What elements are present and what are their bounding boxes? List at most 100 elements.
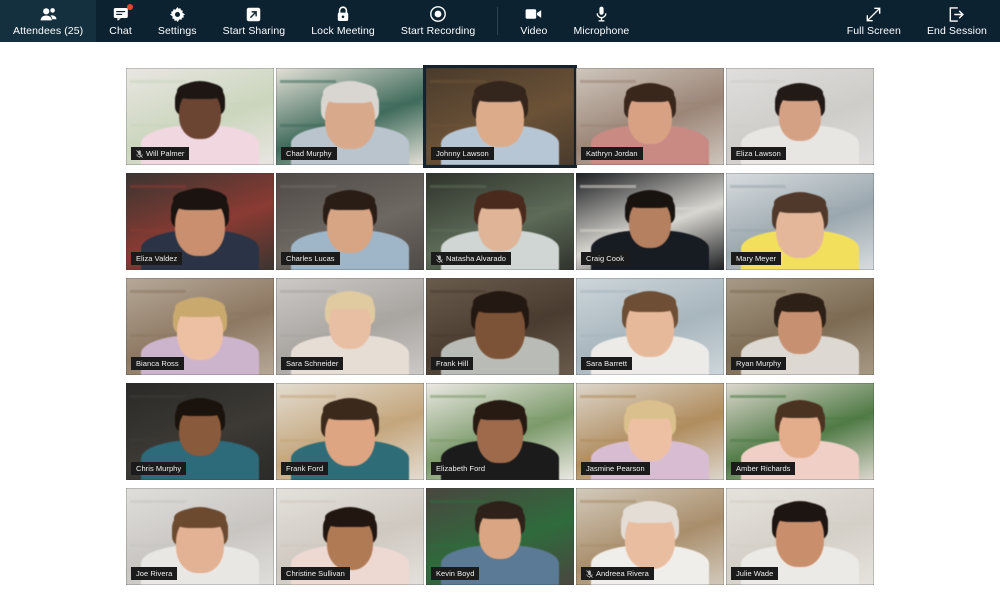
settings-button[interactable]: Settings bbox=[145, 0, 210, 42]
participant-tile[interactable]: Mary Meyer bbox=[726, 173, 874, 270]
participant-tile[interactable]: Kevin Boyd bbox=[426, 488, 574, 585]
lock-icon bbox=[334, 6, 352, 23]
chat-label: Chat bbox=[109, 24, 132, 37]
participant-name-label: Kathryn Jordan bbox=[586, 149, 638, 158]
participant-name-tag: Christine Sullivan bbox=[281, 567, 350, 580]
participant-tile[interactable]: Eliza Lawson bbox=[726, 68, 874, 165]
start-recording-button[interactable]: Start Recording bbox=[388, 0, 488, 42]
start-recording-label: Start Recording bbox=[400, 24, 476, 37]
participant-name-label: Andreea Rivera bbox=[596, 569, 649, 578]
participant-name-label: Chris Murphy bbox=[136, 464, 182, 473]
participant-tile[interactable]: Johnny Lawson bbox=[423, 65, 577, 168]
participant-name-tag: Andreea Rivera bbox=[581, 567, 654, 580]
participant-tile[interactable]: Chad Murphy bbox=[276, 68, 424, 165]
participant-name-label: Julie Wade bbox=[736, 569, 774, 578]
participant-name-label: Elizabeth Ford bbox=[436, 464, 486, 473]
share-screen-icon bbox=[245, 6, 263, 23]
participant-name-label: Frank Ford bbox=[286, 464, 324, 473]
participant-name-label: Eliza Valdez bbox=[136, 254, 178, 263]
meeting-toolbar: Attendees (25) Chat Settings Start Shari… bbox=[0, 0, 1000, 42]
toolbar-divider bbox=[497, 7, 499, 35]
participant-name-label: Amber Richards bbox=[736, 464, 791, 473]
participant-name-tag: Sara Schneider bbox=[281, 357, 344, 370]
participant-name-label: Mary Meyer bbox=[736, 254, 777, 263]
participant-name-tag: Mary Meyer bbox=[731, 252, 782, 265]
participant-name-tag: Amber Richards bbox=[731, 462, 796, 475]
toolbar-left-group: Attendees (25) Chat Settings Start Shari… bbox=[0, 0, 642, 42]
participant-name-tag: Julie Wade bbox=[731, 567, 779, 580]
attendees-label: Attendees (25) bbox=[13, 24, 84, 37]
participant-name-label: Kevin Boyd bbox=[436, 569, 475, 578]
end-session-label: End Session bbox=[926, 24, 987, 37]
participant-tile[interactable]: Chris Murphy bbox=[126, 383, 274, 480]
start-sharing-label: Start Sharing bbox=[222, 24, 286, 37]
participant-name-tag: Chris Murphy bbox=[131, 462, 187, 475]
chat-notification-badge bbox=[126, 3, 133, 10]
participant-name-label: Eliza Lawson bbox=[736, 149, 781, 158]
participant-name-tag: Elizabeth Ford bbox=[431, 462, 491, 475]
participant-tile[interactable]: Sara Barrett bbox=[576, 278, 724, 375]
participant-name-tag: Eliza Valdez bbox=[131, 252, 183, 265]
participant-name-tag: Jasmine Pearson bbox=[581, 462, 650, 475]
participant-tile[interactable]: Eliza Valdez bbox=[126, 173, 274, 270]
microphone-muted-icon bbox=[436, 254, 443, 263]
start-sharing-button[interactable]: Start Sharing bbox=[210, 0, 299, 42]
participant-tile[interactable]: Joe Rivera bbox=[126, 488, 274, 585]
video-button[interactable]: Video bbox=[507, 0, 560, 42]
participant-name-tag: Natasha Alvarado bbox=[431, 252, 512, 265]
participant-tile[interactable]: Frank Hill bbox=[426, 278, 574, 375]
participant-name-label: Christine Sullivan bbox=[286, 569, 345, 578]
microphone-button[interactable]: Microphone bbox=[561, 0, 643, 42]
participant-tile[interactable]: Andreea Rivera bbox=[576, 488, 724, 585]
participant-name-label: Joe Rivera bbox=[136, 569, 173, 578]
participant-name-label: Sara Barrett bbox=[586, 359, 628, 368]
video-stage: Will Palmer Chad Murphy Johnny Lawson Kathr… bbox=[0, 42, 1000, 611]
participant-tile[interactable]: Charles Lucas bbox=[276, 173, 424, 270]
participant-name-label: Ryan Murphy bbox=[736, 359, 782, 368]
video-label: Video bbox=[520, 24, 548, 37]
participant-tile[interactable]: Kathryn Jordan bbox=[576, 68, 724, 165]
participant-name-tag: Frank Hill bbox=[431, 357, 474, 370]
lock-meeting-button[interactable]: Lock Meeting bbox=[298, 0, 388, 42]
full-screen-button[interactable]: Full Screen bbox=[834, 0, 914, 42]
participant-name-tag: Eliza Lawson bbox=[731, 147, 786, 160]
participant-tile[interactable]: Craig Cook bbox=[576, 173, 724, 270]
toolbar-right-group: Full Screen End Session bbox=[834, 0, 1000, 42]
participant-tile[interactable]: Will Palmer bbox=[126, 68, 274, 165]
participant-name-label: Frank Hill bbox=[436, 359, 469, 368]
microphone-label: Microphone bbox=[573, 24, 630, 37]
end-session-button[interactable]: End Session bbox=[914, 0, 1000, 42]
participant-name-label: Johnny Lawson bbox=[436, 149, 489, 158]
participant-name-tag: Kevin Boyd bbox=[431, 567, 480, 580]
gear-icon bbox=[168, 6, 186, 23]
participant-name-label: Sara Schneider bbox=[286, 359, 339, 368]
participant-tile[interactable]: Frank Ford bbox=[276, 383, 424, 480]
participant-name-tag: Frank Ford bbox=[281, 462, 329, 475]
full-screen-label: Full Screen bbox=[846, 24, 901, 37]
participant-name-label: Charles Lucas bbox=[286, 254, 335, 263]
participant-name-tag: Sara Barrett bbox=[581, 357, 633, 370]
attendees-button[interactable]: Attendees (25) bbox=[0, 0, 97, 42]
microphone-muted-icon bbox=[586, 569, 593, 578]
participant-name-label: Bianca Ross bbox=[136, 359, 179, 368]
lock-meeting-label: Lock Meeting bbox=[311, 24, 375, 37]
participant-tile[interactable]: Julie Wade bbox=[726, 488, 874, 585]
attendees-icon bbox=[39, 6, 57, 23]
participant-name-label: Craig Cook bbox=[586, 254, 625, 263]
exit-door-icon bbox=[948, 6, 966, 23]
participant-tile[interactable]: Sara Schneider bbox=[276, 278, 424, 375]
participant-tile[interactable]: Ryan Murphy bbox=[726, 278, 874, 375]
participant-name-tag: Will Palmer bbox=[131, 147, 190, 160]
participant-tile[interactable]: Jasmine Pearson bbox=[576, 383, 724, 480]
participant-tile[interactable]: Amber Richards bbox=[726, 383, 874, 480]
participant-name-tag: Chad Murphy bbox=[281, 147, 337, 160]
participant-name-tag: Bianca Ross bbox=[131, 357, 184, 370]
participant-tile[interactable]: Christine Sullivan bbox=[276, 488, 424, 585]
participant-tile[interactable]: Natasha Alvarado bbox=[426, 173, 574, 270]
chat-button[interactable]: Chat bbox=[96, 0, 145, 42]
participant-tile[interactable]: Bianca Ross bbox=[126, 278, 274, 375]
participant-tile[interactable]: Elizabeth Ford bbox=[426, 383, 574, 480]
record-icon bbox=[429, 6, 447, 23]
microphone-muted-icon bbox=[136, 149, 143, 158]
microphone-icon bbox=[592, 6, 610, 23]
